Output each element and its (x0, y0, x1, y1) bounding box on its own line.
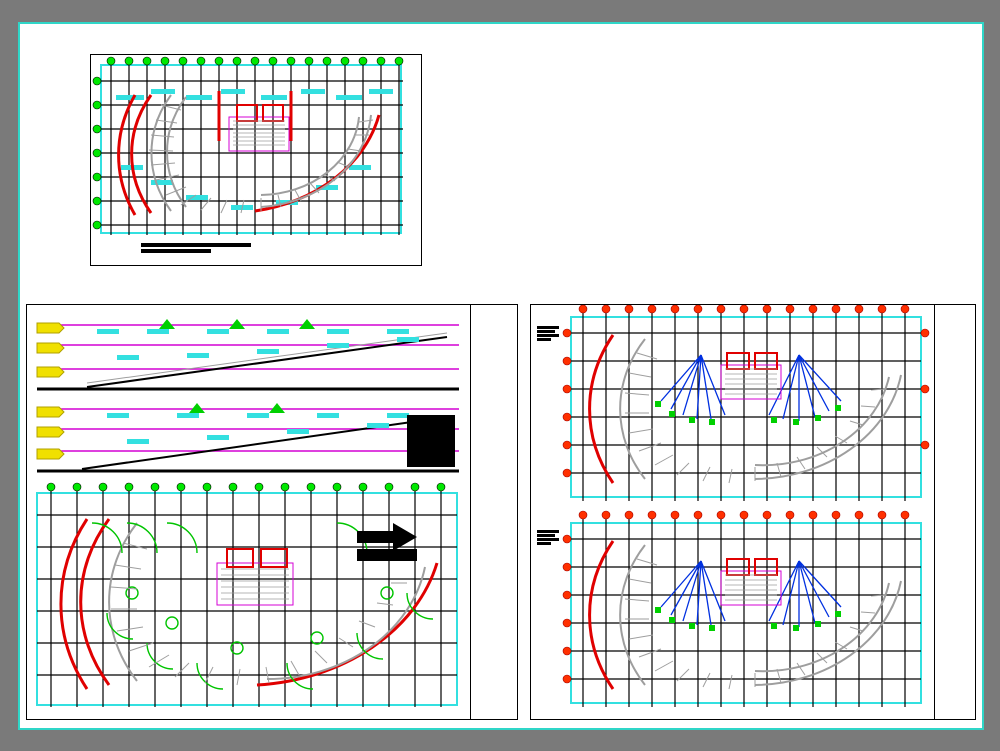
panel2-svg (27, 305, 471, 719)
drawing-sheet (18, 22, 984, 730)
panel-section-and-plan (26, 304, 518, 720)
level-a-label (537, 325, 567, 342)
plan-1-svg (91, 55, 421, 265)
titleblock-right (934, 305, 975, 719)
canvas (0, 0, 1000, 751)
titleblock-2 (470, 305, 517, 719)
panel-plan-1 (90, 54, 422, 266)
panel-right-svg (531, 305, 935, 719)
level-b-label (537, 529, 567, 546)
plan-1-subtitle (141, 249, 211, 253)
plan-1-title (141, 243, 251, 247)
panel-right (530, 304, 976, 720)
